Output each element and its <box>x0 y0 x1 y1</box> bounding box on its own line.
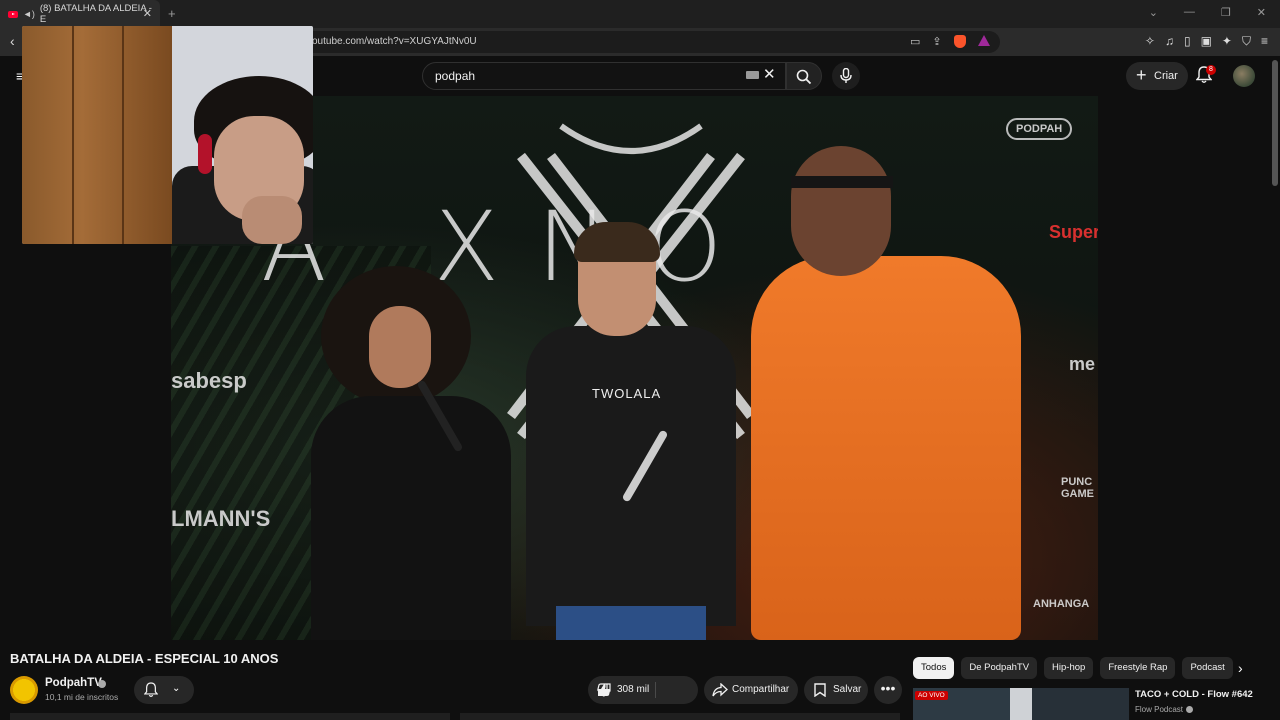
media-icon[interactable]: ♫ <box>1165 34 1174 49</box>
recommended-video-channel[interactable]: Flow Podcast <box>1135 705 1183 714</box>
address-bar-icons: ▭ ⇪ <box>910 35 990 48</box>
browser-tab-strip: ◄) (8) BATALHA DA ALDEIA - E ✕ + ⌄ — ❐ ✕ <box>0 0 1280 28</box>
minimize-icon[interactable]: — <box>1184 6 1195 19</box>
extensions-icon[interactable]: ✧ <box>1145 34 1155 49</box>
save-label: Salvar <box>833 684 862 695</box>
new-tab-icon[interactable]: + <box>168 6 176 21</box>
url-field[interactable]: outube.com/watch?v=XUGYAJtNv0U <box>300 31 1000 53</box>
tab-list-icon[interactable]: ⌄ <box>1149 6 1158 19</box>
punch-game-logo: PUNC GAME <box>1061 476 1094 500</box>
like-dislike-group: 308 mil <box>588 676 698 704</box>
woman-with-microphone <box>311 266 511 640</box>
save-button[interactable]: Salvar <box>804 676 868 704</box>
podpah-logo: PODPAH <box>1006 118 1073 140</box>
chips-next-arrow-icon[interactable]: › <box>1238 660 1243 676</box>
brave-rewards-icon[interactable] <box>977 35 990 46</box>
menu-icon[interactable]: ≡ <box>1261 34 1268 49</box>
account-avatar[interactable] <box>1233 65 1255 87</box>
wallet-icon[interactable]: ▣ <box>1201 34 1212 49</box>
like-divider <box>655 682 656 698</box>
clear-search-icon[interactable]: ✕ <box>763 65 776 83</box>
share-arrow-icon <box>712 683 728 697</box>
subscription-bell-button[interactable]: ⌄ <box>134 676 194 704</box>
browser-toolbar-icons: ✧ ♫ ▯ ▣ ✦ ⛉ ≡ <box>1145 34 1268 49</box>
speaker-icon[interactable]: ◄) <box>23 9 35 19</box>
browser-tab[interactable]: ◄) (8) BATALHA DA ALDEIA - E ✕ <box>0 0 160 28</box>
cast-icon[interactable]: ▭ <box>910 35 920 48</box>
page-scrollbar[interactable] <box>1272 60 1278 186</box>
bell-icon <box>144 682 158 697</box>
chevron-down-icon: ⌄ <box>172 683 181 694</box>
recommended-video-title[interactable]: TACO + COLD - Flow #642 <box>1135 689 1253 700</box>
more-actions-button[interactable]: ••• <box>874 676 902 704</box>
like-count[interactable]: 308 mil <box>617 676 649 704</box>
chip-freestyle-rap[interactable]: Freestyle Rap <box>1100 657 1176 679</box>
restore-icon[interactable]: ❐ <box>1221 6 1231 19</box>
channel-avatar[interactable] <box>10 676 38 704</box>
twolala-shirt-logo: TWOLALA <box>592 386 662 401</box>
recommendation-filter-chips: Todos De PodpahTV Hip-hop Freestyle Rap … <box>913 657 1233 679</box>
vpn-icon[interactable]: ⛉ <box>1242 34 1251 49</box>
share-label: Compartilhar <box>732 684 790 695</box>
recommended-verified-icon <box>1186 706 1193 713</box>
search-icon <box>796 69 812 85</box>
share-page-icon[interactable]: ⇪ <box>932 35 941 48</box>
verified-badge-icon <box>98 680 106 688</box>
keyboard-icon[interactable] <box>746 71 759 79</box>
below-fold-divider <box>10 713 450 720</box>
man-in-twolala-shirt: TWOLALA <box>526 222 736 640</box>
me-logo: me <box>1069 354 1096 374</box>
headset-icon <box>198 134 212 174</box>
sabesp-logo: sabesp <box>171 368 247 393</box>
super-logo: Super <box>1049 222 1098 242</box>
chip-podcast[interactable]: Podcast <box>1182 657 1233 679</box>
lmanns-logo: LMANN'S <box>171 506 271 531</box>
below-fold-divider <box>460 713 900 720</box>
microphone-icon <box>840 68 852 83</box>
recommended-video-thumbnail[interactable]: AO VIVO <box>913 688 1129 720</box>
brave-shields-icon[interactable] <box>953 35 966 48</box>
dislike-thumb-icon[interactable] <box>597 683 611 697</box>
chip-todos[interactable]: Todos <box>913 657 955 679</box>
sidebar-icon[interactable]: ▯ <box>1184 34 1191 49</box>
close-tab-icon[interactable]: ✕ <box>143 7 152 20</box>
webcam-overlay <box>22 26 313 244</box>
search-input[interactable]: podpah <box>422 62 786 90</box>
chip-hip-hop[interactable]: Hip-hop <box>1044 657 1094 679</box>
search-button[interactable] <box>786 62 822 90</box>
more-dots-icon: ••• <box>880 680 896 696</box>
youtube-favicon-icon <box>8 10 18 18</box>
close-window-icon[interactable]: ✕ <box>1257 6 1266 19</box>
back-arrow-icon[interactable]: ‹ <box>10 33 15 49</box>
anhanga-logo: ANHANGA <box>1033 598 1090 610</box>
channel-name[interactable]: PodpahTV <box>45 677 102 689</box>
live-badge: AO VIVO <box>915 691 948 700</box>
leo-ai-icon[interactable]: ✦ <box>1222 34 1232 49</box>
share-button[interactable]: Compartilhar <box>704 676 798 704</box>
notification-badge: 8 <box>1206 65 1216 75</box>
voice-search-button[interactable] <box>832 62 860 90</box>
subscriber-count: 10,1 mi de inscritos <box>45 692 119 702</box>
bookmark-icon <box>814 683 826 697</box>
create-button[interactable]: Criar <box>1126 61 1188 90</box>
video-title: BATALHA DA ALDEIA - ESPECIAL 10 ANOS <box>10 651 279 666</box>
man-in-orange-shirt <box>751 146 1021 640</box>
window-controls: ⌄ — ❐ ✕ <box>1149 6 1266 19</box>
chip-de-podpahtv[interactable]: De PodpahTV <box>961 657 1038 679</box>
